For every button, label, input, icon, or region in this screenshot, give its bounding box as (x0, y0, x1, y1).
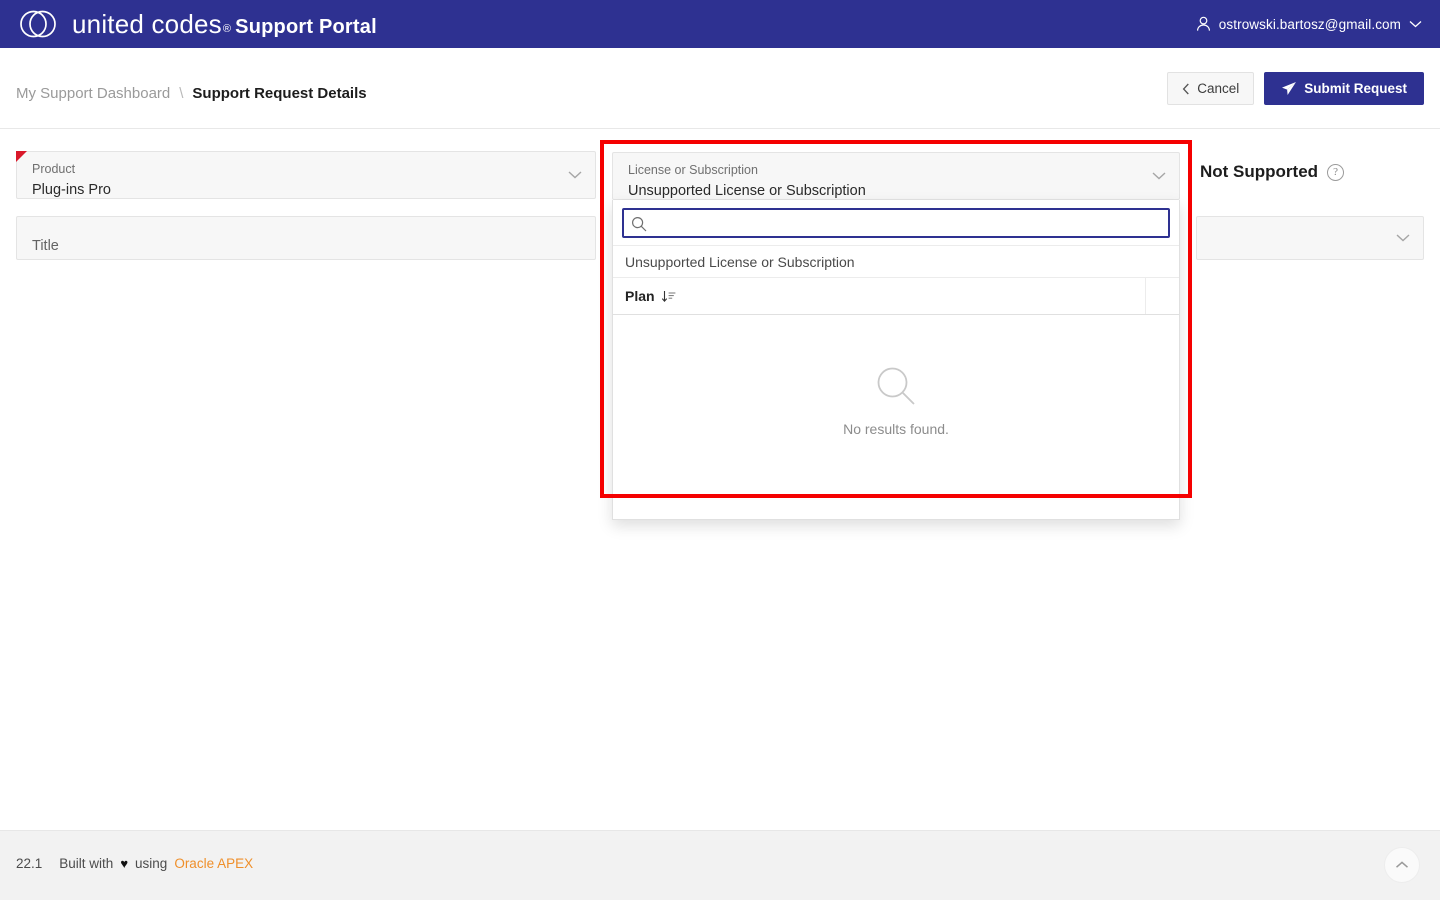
chevron-left-icon (1182, 83, 1190, 95)
brand-subtitle: Support Portal (235, 16, 377, 39)
title-placeholder: Title (32, 238, 59, 254)
footer-using-label: using (135, 856, 167, 871)
footer-version: 22.1 (16, 856, 42, 871)
sort-descending-icon (661, 290, 677, 303)
help-circle-icon[interactable]: ? (1327, 164, 1344, 181)
breadcrumb: My Support Dashboard \ Support Request D… (16, 85, 367, 102)
breadcrumb-separator: \ (179, 85, 183, 102)
not-supported-label: Not Supported (1200, 162, 1318, 182)
app-header: united codes®Support Portal ostrowski.ba… (0, 0, 1440, 48)
lov-panel-footer (613, 487, 1179, 519)
brand-name: united codes (72, 9, 222, 40)
cancel-button-label: Cancel (1197, 81, 1239, 96)
two-overlapping-circles-logo-icon (18, 4, 58, 44)
breadcrumb-item-dashboard[interactable]: My Support Dashboard (16, 85, 170, 102)
product-label: Product (32, 162, 75, 176)
paper-plane-icon (1281, 81, 1297, 96)
lov-search-box[interactable] (622, 208, 1170, 238)
user-email-label: ostrowski.bartosz@gmail.com (1219, 17, 1401, 32)
lov-value: Unsupported License or Subscription (628, 183, 866, 199)
chevron-down-icon (1396, 234, 1410, 243)
product-select[interactable]: Product Plug-ins Pro (16, 151, 596, 199)
title-input[interactable]: Title (16, 216, 596, 260)
lov-current-selection-label: Unsupported License or Subscription (625, 254, 855, 270)
chevron-down-icon (1152, 172, 1166, 181)
app-footer: 22.1 Built with ♥ using Oracle APEX (0, 830, 1440, 900)
person-icon (1196, 16, 1211, 32)
license-subscription-trigger[interactable]: License or Subscription Unsupported Lice… (612, 152, 1180, 200)
lov-label: License or Subscription (628, 163, 758, 177)
lov-column-header-actions[interactable] (1145, 278, 1179, 314)
scroll-to-top-button[interactable] (1384, 847, 1420, 883)
chevron-up-icon (1395, 861, 1409, 869)
secondary-select[interactable] (1196, 216, 1424, 260)
lov-column-label: Plan (625, 288, 655, 304)
app-page: united codes®Support Portal ostrowski.ba… (0, 0, 1440, 900)
required-marker-icon (16, 151, 27, 162)
brand-registered-mark: ® (222, 23, 235, 35)
brand[interactable]: united codes®Support Portal (18, 4, 377, 44)
lov-search-row (613, 200, 1179, 245)
chevron-down-icon (568, 171, 582, 180)
lov-table-header: Plan (613, 277, 1179, 315)
heart-icon: ♥ (120, 856, 128, 871)
search-icon (875, 365, 917, 407)
user-menu[interactable]: ostrowski.bartosz@gmail.com (1194, 12, 1424, 36)
lov-empty-state: No results found. (613, 315, 1179, 487)
chevron-down-icon (1409, 20, 1422, 28)
breadcrumb-item-current: Support Request Details (192, 85, 366, 102)
lov-current-selection[interactable]: Unsupported License or Subscription (613, 245, 1179, 277)
lov-column-header-plan[interactable]: Plan (613, 278, 1145, 314)
license-subscription-lov: License or Subscription Unsupported Lice… (612, 152, 1180, 520)
page-actions: Cancel Submit Request (1167, 72, 1424, 105)
cancel-button[interactable]: Cancel (1167, 72, 1254, 105)
lov-search-input[interactable] (654, 210, 1162, 236)
oracle-apex-link[interactable]: Oracle APEX (174, 856, 253, 871)
submit-request-label: Submit Request (1304, 81, 1407, 96)
product-value: Plug-ins Pro (32, 182, 111, 198)
lov-dropdown-panel: Unsupported License or Subscription Plan (612, 200, 1180, 520)
footer-built-with-label: Built with (59, 856, 113, 871)
not-supported-status: Not Supported ? (1200, 162, 1344, 182)
search-icon (631, 216, 647, 232)
submit-request-button[interactable]: Submit Request (1264, 72, 1424, 105)
lov-empty-state-text: No results found. (843, 421, 949, 437)
